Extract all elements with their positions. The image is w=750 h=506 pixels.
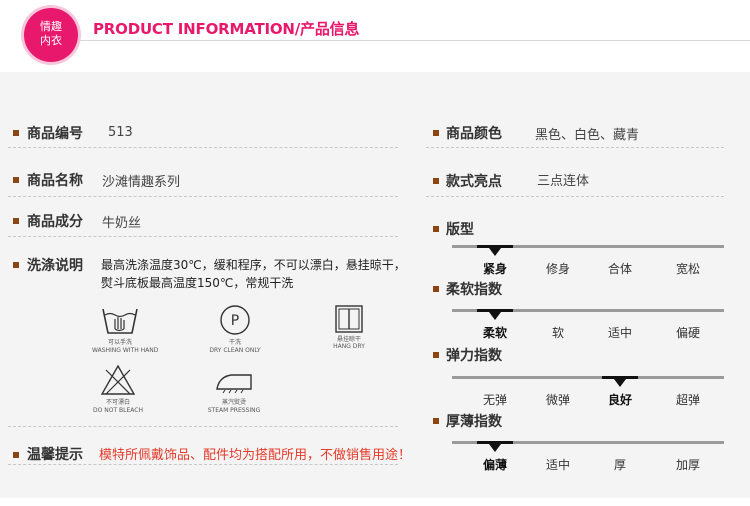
bullet-icon — [13, 262, 19, 268]
steam-iron-caption-cn: 蒸汽熨烫 — [221, 399, 246, 406]
divider — [8, 147, 398, 148]
scale-marker-icon — [489, 248, 501, 256]
bullet-icon — [433, 418, 439, 424]
bullet-icon — [13, 130, 19, 136]
logo-line1: 情趣 — [40, 20, 62, 33]
tip-label: 温馨提示 — [27, 447, 83, 463]
material-value: 牛奶丝 — [102, 216, 142, 231]
color-label: 商品颜色 — [446, 126, 502, 142]
scale-marker-icon — [489, 444, 501, 452]
logo-line2: 内衣 — [40, 34, 62, 47]
brand-logo: 情趣 内衣 — [24, 8, 78, 62]
scale-marker-icon — [489, 312, 501, 320]
hang-dry-caption-en: HANG DRY — [333, 343, 365, 350]
hang-dry-icon — [334, 304, 364, 338]
divider — [8, 236, 398, 237]
tip-value: 模特所佩戴饰品、配件均为搭配所用，不做销售用途！ — [99, 448, 412, 463]
scale-option: 柔软 — [482, 326, 507, 340]
divider — [8, 464, 398, 465]
steam-iron-icon — [213, 369, 255, 399]
scale-marker-icon — [614, 379, 626, 387]
scale-option: 加厚 — [675, 458, 700, 472]
hand-wash-caption-en: WASHING WITH HAND — [92, 347, 159, 354]
scale-option: 良好 — [607, 393, 632, 407]
material-label: 商品成分 — [27, 214, 83, 230]
bullet-icon — [433, 352, 439, 358]
scale-track — [452, 376, 724, 379]
bullet-icon — [433, 226, 439, 232]
header: 情趣 内衣 PRODUCT INFORMATION/产品信息 — [0, 0, 750, 72]
scale-option: 微弹 — [545, 393, 570, 407]
care-text-line2: 熨斗底板最高温度150℃，常规干洗 — [101, 276, 294, 290]
no-bleach-caption-cn: 不可漂白 — [105, 399, 130, 406]
bullet-icon — [433, 130, 439, 136]
scale-option: 适中 — [607, 326, 632, 340]
bullet-icon — [13, 218, 19, 224]
care-text-line1: 最高洗涤温度30℃，缓和程序，不可以漂白，悬挂晾干， — [101, 258, 406, 272]
scale-option: 修身 — [545, 262, 570, 276]
name-value: 沙滩情趣系列 — [102, 175, 181, 190]
hang-dry-caption-cn: 悬挂晾干 — [336, 336, 361, 343]
name-label: 商品名称 — [27, 173, 83, 189]
scale-option: 合体 — [607, 262, 632, 276]
bullet-icon — [433, 286, 439, 292]
divider — [8, 196, 398, 197]
care-label: 洗涤说明 — [27, 258, 83, 274]
scale-option: 无弹 — [482, 393, 507, 407]
code-value: 513 — [108, 125, 133, 140]
scale-label: 弹力指数 — [446, 348, 502, 364]
scale-label: 厚薄指数 — [446, 414, 502, 430]
section-title: PRODUCT INFORMATION/产品信息 — [93, 20, 360, 38]
scale-option: 紧身 — [482, 262, 507, 276]
scale-option: 软 — [551, 326, 564, 340]
divider — [426, 147, 724, 148]
dry-clean-icon: P — [219, 304, 251, 340]
no-bleach-icon — [100, 364, 136, 400]
style-label: 款式亮点 — [446, 174, 502, 190]
scale-option: 宽松 — [675, 262, 700, 276]
hand-wash-icon — [101, 305, 139, 341]
scale-option: 偏薄 — [482, 458, 507, 472]
divider — [8, 426, 398, 427]
svg-text:P: P — [231, 313, 239, 329]
header-divider — [80, 40, 750, 41]
dry-clean-caption-cn: 干洗 — [228, 339, 241, 346]
scale-option: 适中 — [545, 458, 570, 472]
scale-option: 超弹 — [675, 393, 700, 407]
bullet-icon — [13, 452, 19, 458]
code-label: 商品编号 — [27, 126, 83, 142]
divider — [426, 196, 724, 197]
no-bleach-caption-en: DO NOT BLEACH — [93, 407, 143, 414]
scale-label: 柔软指数 — [446, 282, 502, 298]
scale-option: 偏硬 — [675, 326, 700, 340]
style-value: 三点连体 — [537, 174, 590, 189]
steam-iron-caption-en: STEAM PRESSING — [207, 407, 261, 414]
bottom-strip — [0, 498, 750, 506]
bullet-icon — [433, 178, 439, 184]
scale-option: 厚 — [613, 458, 626, 472]
scale-label: 版型 — [446, 222, 474, 238]
dry-clean-caption-en: DRY CLEAN ONLY — [209, 347, 261, 354]
color-value: 黑色、白色、藏青 — [535, 128, 640, 143]
bullet-icon — [13, 177, 19, 183]
hand-wash-caption-cn: 可以手洗 — [107, 339, 132, 346]
